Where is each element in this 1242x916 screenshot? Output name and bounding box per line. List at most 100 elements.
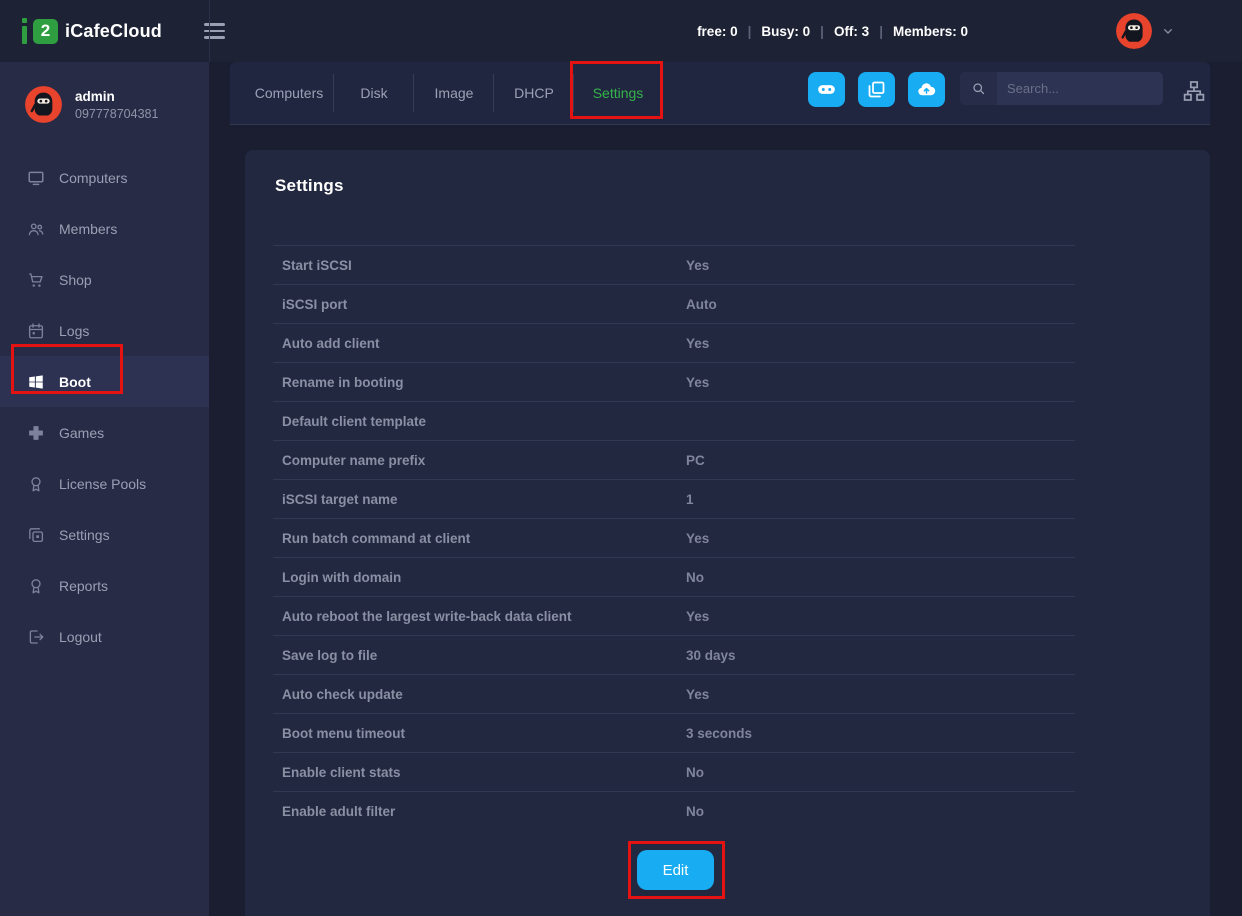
stat-separator: | (879, 24, 883, 39)
sidebar-item-label: License Pools (59, 476, 146, 492)
user-name: admin (75, 89, 158, 104)
hamburger-menu-icon[interactable] (204, 23, 225, 39)
setting-label: Auto check update (273, 687, 686, 702)
controller-button[interactable] (808, 72, 845, 107)
main-content: ComputersDiskImageDHCPSettings Settings … (209, 62, 1242, 916)
sidebar-item-settings[interactable]: Settings (0, 509, 209, 560)
dpad-icon (27, 424, 45, 442)
table-row: Default client template (273, 401, 1075, 440)
setting-value: Yes (686, 336, 709, 351)
setting-label: iSCSI target name (273, 492, 686, 507)
sidebar-item-logs[interactable]: Logs (0, 305, 209, 356)
stat-separator: | (820, 24, 824, 39)
setting-value: No (686, 570, 704, 585)
sidebar: admin 097778704381 Computers Members Shop L… (0, 62, 209, 916)
setting-label: Auto reboot the largest write-back data … (273, 609, 686, 624)
table-row: Enable client statsNo (273, 752, 1075, 791)
search-input[interactable] (997, 81, 1147, 96)
table-row: Boot menu timeout3 seconds (273, 713, 1075, 752)
stat-separator: | (748, 24, 752, 39)
table-row: Auto add clientYes (273, 323, 1075, 362)
setting-value: 1 (686, 492, 694, 507)
setting-value: 30 days (686, 648, 736, 663)
sidebar-item-logout[interactable]: Logout (0, 611, 209, 662)
status-counters: free: 0 | Busy: 0 | Off: 3 | Members: 0 (697, 24, 968, 39)
people-icon (27, 220, 45, 238)
windows-icon (27, 373, 45, 391)
cart-icon (27, 271, 45, 289)
controller-icon (816, 79, 837, 100)
search-icon[interactable] (960, 72, 997, 105)
table-row: Enable adult filterNo (273, 791, 1075, 830)
setting-label: Boot menu timeout (273, 726, 686, 741)
calendar-icon (27, 322, 45, 340)
user-avatar (25, 86, 62, 123)
stat-free: free: 0 (697, 24, 738, 39)
badge-icon (27, 475, 45, 493)
sidebar-item-label: Logs (59, 323, 89, 339)
copy-button[interactable] (858, 72, 895, 107)
monitor-icon (27, 169, 45, 187)
settings-panel: Settings Start iSCSIYesiSCSI portAutoAut… (245, 150, 1210, 916)
tab-computers[interactable]: Computers (244, 62, 334, 124)
sidebar-item-label: Settings (59, 527, 110, 543)
sidebar-item-boot[interactable]: Boot (0, 356, 209, 407)
setting-label: Auto add client (273, 336, 686, 351)
user-block: admin 097778704381 (0, 62, 209, 123)
user-phone: 097778704381 (75, 107, 158, 121)
tab-image[interactable]: Image (414, 62, 494, 124)
edit-button[interactable]: Edit (637, 850, 714, 890)
setting-value: No (686, 765, 704, 780)
stat-members: Members: 0 (893, 24, 968, 39)
setting-value: PC (686, 453, 705, 468)
logout-icon (27, 628, 45, 646)
setting-value: 3 seconds (686, 726, 752, 741)
tab-disk[interactable]: Disk (334, 62, 414, 124)
copy-icon (866, 79, 887, 100)
table-row: Auto check updateYes (273, 674, 1075, 713)
stat-off: Off: 3 (834, 24, 869, 39)
account-menu-button[interactable] (1116, 13, 1176, 49)
ninja-avatar-icon (1116, 13, 1152, 49)
table-row: Auto reboot the largest write-back data … (273, 596, 1075, 635)
stat-busy: Busy: 0 (761, 24, 810, 39)
sitemap-icon[interactable] (1182, 79, 1206, 103)
setting-value: Yes (686, 687, 709, 702)
tab-dhcp[interactable]: DHCP (494, 62, 574, 124)
sidebar-item-label: Games (59, 425, 104, 441)
panel-title: Settings (275, 176, 344, 196)
sidebar-item-members[interactable]: Members (0, 203, 209, 254)
header-divider (209, 0, 210, 62)
search-box (960, 72, 1163, 105)
sidebar-item-computers[interactable]: Computers (0, 152, 209, 203)
setting-value: Yes (686, 531, 709, 546)
cloud-upload-button[interactable] (908, 72, 945, 107)
setting-label: Default client template (273, 414, 686, 429)
setting-value: Auto (686, 297, 717, 312)
tab-settings[interactable]: Settings (574, 62, 662, 124)
sidebar-item-label: Computers (59, 170, 127, 186)
table-row: Computer name prefixPC (273, 440, 1075, 479)
settings-table: Start iSCSIYesiSCSI portAutoAuto add cli… (273, 245, 1075, 830)
sidebar-item-label: Boot (59, 374, 91, 390)
setting-value: No (686, 804, 704, 819)
cloud-upload-icon (916, 79, 937, 100)
table-row: Rename in bootingYes (273, 362, 1075, 401)
sidebar-item-shop[interactable]: Shop (0, 254, 209, 305)
table-row: Login with domainNo (273, 557, 1075, 596)
table-row: Save log to file30 days (273, 635, 1075, 674)
table-row: iSCSI target name1 (273, 479, 1075, 518)
sidebar-item-games[interactable]: Games (0, 407, 209, 458)
logo-i-glyph (22, 18, 28, 44)
brand-name: iCafeCloud (65, 21, 162, 42)
app-logo[interactable]: 2 iCafeCloud (22, 18, 162, 44)
sidebar-item-license-pools[interactable]: License Pools (0, 458, 209, 509)
setting-label: Save log to file (273, 648, 686, 663)
setting-value: Yes (686, 609, 709, 624)
sidebar-item-reports[interactable]: Reports (0, 560, 209, 611)
setting-label: Enable adult filter (273, 804, 686, 819)
setting-label: Computer name prefix (273, 453, 686, 468)
chevron-down-icon (1160, 23, 1176, 39)
badge-icon (27, 577, 45, 595)
sidebar-item-label: Shop (59, 272, 92, 288)
